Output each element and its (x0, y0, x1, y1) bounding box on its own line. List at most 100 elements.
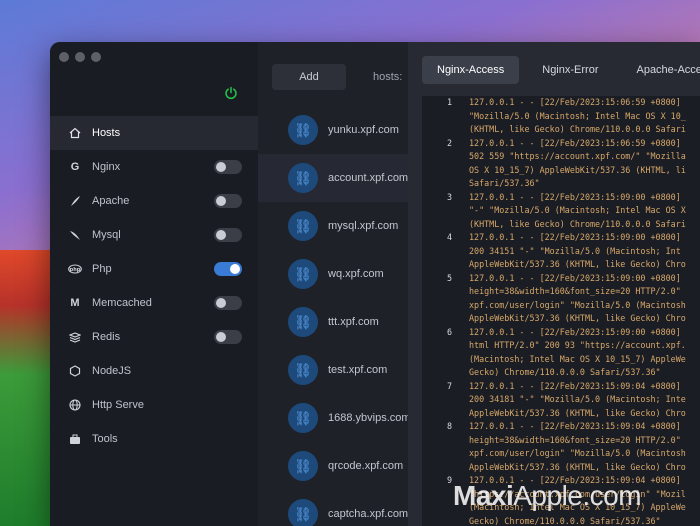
nginx-toggle[interactable] (214, 160, 242, 174)
host-row[interactable]: ⛓ captcha.xpf.com (258, 490, 408, 526)
watermark: MaxiApple.com (453, 480, 642, 512)
log-line-text: 127.0.0.1 - - [22/Feb/2023:15:06:59 +080… (469, 97, 681, 107)
host-name: 1688.ybvips.com (328, 412, 408, 424)
power-icon[interactable] (224, 86, 238, 100)
log-line-text: (Macintosh; Intel Mac OS X 10_15_7) Appl… (469, 353, 686, 364)
log-line-text: 127.0.0.1 - - [22/Feb/2023:15:06:59 +080… (469, 137, 681, 148)
sidebar: Hosts G Nginx Apache Mysql php Php M Mem… (50, 42, 258, 526)
log-line-text: Gecko) Chrome/110.0.0.0 Safari/537.36" (469, 367, 661, 377)
log-line-text: xpf.com/user/login" "Mozilla/5.0 (Macint… (469, 448, 686, 458)
log-line-number (422, 218, 469, 232)
log-line: 5 127.0.0.1 - - [22/Feb/2023:15:09:00 +08… (422, 272, 700, 286)
sidebar-item-nodejs[interactable]: NodeJS (50, 354, 258, 388)
log-line: 4 127.0.0.1 - - [22/Feb/2023:15:09:00 +08… (422, 231, 700, 245)
log-line-number (422, 353, 469, 367)
sidebar-item-memcached[interactable]: M Memcached (50, 286, 258, 320)
log-line-text: (KHTML, like Gecko) Chrome/110.0.0.0 Saf… (469, 124, 686, 134)
log-line-number (422, 312, 469, 326)
log-line-number (422, 393, 469, 407)
log-line-text: 127.0.0.1 - - [22/Feb/2023:15:09:00 +080… (469, 272, 681, 283)
log-line: 3 127.0.0.1 - - [22/Feb/2023:15:09:00 +08… (422, 191, 700, 205)
watermark-bold: Maxi (453, 480, 514, 511)
sidebar-item-label: Mysql (92, 229, 121, 241)
sidebar-item-php[interactable]: php Php (50, 252, 258, 286)
log-line: AppleWebKit/537.36 (KHTML, like Gecko) C… (422, 407, 700, 421)
sidebar-item-label: Nginx (92, 161, 121, 173)
sidebar-item-redis[interactable]: Redis (50, 320, 258, 354)
log-line-text: 127.0.0.1 - - [22/Feb/2023:15:09:00 +080… (469, 232, 681, 242)
log-line-number: 2 (446, 137, 452, 148)
close-window-button[interactable] (59, 52, 69, 62)
memcached-toggle[interactable] (214, 296, 242, 310)
sidebar-item-hosts[interactable]: Hosts (50, 116, 258, 150)
log-line-text: AppleWebKit/537.36 (KHTML, like Gecko) C… (469, 461, 686, 472)
log-line: (KHTML, like Gecko) Chrome/110.0.0.0 Saf… (422, 218, 700, 232)
host-row[interactable]: ⛓ 1688.ybvips.com (258, 394, 408, 442)
sidebar-item-label: Php (92, 263, 112, 275)
log-line-number (422, 515, 469, 526)
tab-nginx-error[interactable]: Nginx-Error (527, 56, 613, 84)
sidebar-item-mysql[interactable]: Mysql (50, 218, 258, 252)
link-icon: ⛓ (288, 211, 318, 241)
log-line-number (422, 177, 469, 191)
host-name: qrcode.xpf.com (328, 460, 404, 472)
hosts-label: hosts: (373, 71, 403, 83)
memcached-icon: M (70, 297, 80, 309)
log-line: AppleWebKit/537.36 (KHTML, like Gecko) C… (422, 312, 700, 326)
log-line-text: Safari/537.36" (469, 178, 540, 188)
host-row[interactable]: ⛓ test.xpf.com (258, 346, 408, 394)
log-line: OS X 10_15_7) AppleWebKit/537.36 (KHTML,… (422, 164, 700, 178)
host-name: wq.xpf.com (328, 268, 384, 280)
add-host-button[interactable]: Add (272, 64, 346, 90)
log-line-text: 200 34181 "-" "Mozilla/5.0 (Macintosh; I… (469, 394, 686, 404)
log-line-number (422, 339, 469, 353)
link-icon: ⛓ (288, 259, 318, 289)
mysql-toggle[interactable] (214, 228, 242, 242)
link-icon: ⛓ (288, 115, 318, 145)
tab-nginx-access[interactable]: Nginx-Access (422, 56, 520, 84)
log-viewer[interactable]: 1 127.0.0.1 - - [22/Feb/2023:15:06:59 +08… (422, 96, 700, 526)
log-line-text: 127.0.0.1 - - [22/Feb/2023:15:09:04 +080… (469, 421, 681, 431)
watermark-thin: Apple.com (513, 480, 642, 511)
app-window: Hosts G Nginx Apache Mysql php Php M Mem… (50, 42, 700, 526)
sidebar-item-nginx[interactable]: G Nginx (50, 150, 258, 184)
log-line: xpf.com/user/login" "Mozilla/5.0 (Macint… (422, 299, 700, 313)
host-name: mysql.xpf.com (328, 220, 399, 232)
log-line: xpf.com/user/login" "Mozilla/5.0 (Macint… (422, 447, 700, 461)
log-line-number: 8 (446, 421, 452, 431)
log-line-text: AppleWebKit/537.36 (KHTML, like Gecko) C… (469, 407, 686, 418)
sidebar-nav: Hosts G Nginx Apache Mysql php Php M Mem… (50, 116, 258, 456)
log-line-number (422, 461, 469, 475)
sidebar-item-tools[interactable]: Tools (50, 422, 258, 456)
log-line-number: 6 (446, 326, 452, 337)
log-line: 200 34181 "-" "Mozilla/5.0 (Macintosh; I… (422, 393, 700, 407)
log-line: Gecko) Chrome/110.0.0.0 Safari/537.36" (422, 515, 700, 526)
host-row[interactable]: ⛓ mysql.xpf.com (258, 202, 408, 250)
host-row[interactable]: ⛓ qrcode.xpf.com (258, 442, 408, 490)
log-line-text: xpf.com/user/login" "Mozilla/5.0 (Macint… (469, 299, 686, 310)
log-line: 200 34151 "-" "Mozilla/5.0 (Macintosh; I… (422, 245, 700, 259)
nginx-icon: G (70, 161, 80, 173)
log-line-text: OS X 10_15_7) AppleWebKit/537.36 (KHTML,… (469, 164, 686, 175)
tab-apache-access[interactable]: Apache-Access (621, 56, 700, 84)
zoom-window-button[interactable] (91, 52, 101, 62)
host-name: account.xpf.com (328, 172, 408, 184)
log-line-text: AppleWebKit/537.36 (KHTML, like Gecko) C… (469, 259, 686, 269)
host-row[interactable]: ⛓ yunku.xpf.com (258, 106, 408, 154)
minimize-window-button[interactable] (75, 52, 85, 62)
log-line: Safari/537.36" (422, 177, 700, 191)
php-toggle[interactable] (214, 262, 242, 276)
host-row[interactable]: ⛓ ttt.xpf.com (258, 298, 408, 346)
link-icon: ⛓ (288, 451, 318, 481)
globe-icon (68, 398, 82, 412)
sidebar-item-apache[interactable]: Apache (50, 184, 258, 218)
host-row[interactable]: ⛓ wq.xpf.com (258, 250, 408, 298)
log-line: (KHTML, like Gecko) Chrome/110.0.0.0 Saf… (422, 123, 700, 137)
redis-toggle[interactable] (214, 330, 242, 344)
apache-toggle[interactable] (214, 194, 242, 208)
window-controls (59, 52, 101, 62)
host-row[interactable]: ⛓ account.xpf.com (258, 154, 408, 202)
host-name: ttt.xpf.com (328, 316, 379, 328)
sidebar-item-http-serve[interactable]: Http Serve (50, 388, 258, 422)
sidebar-item-label: Http Serve (92, 399, 144, 411)
